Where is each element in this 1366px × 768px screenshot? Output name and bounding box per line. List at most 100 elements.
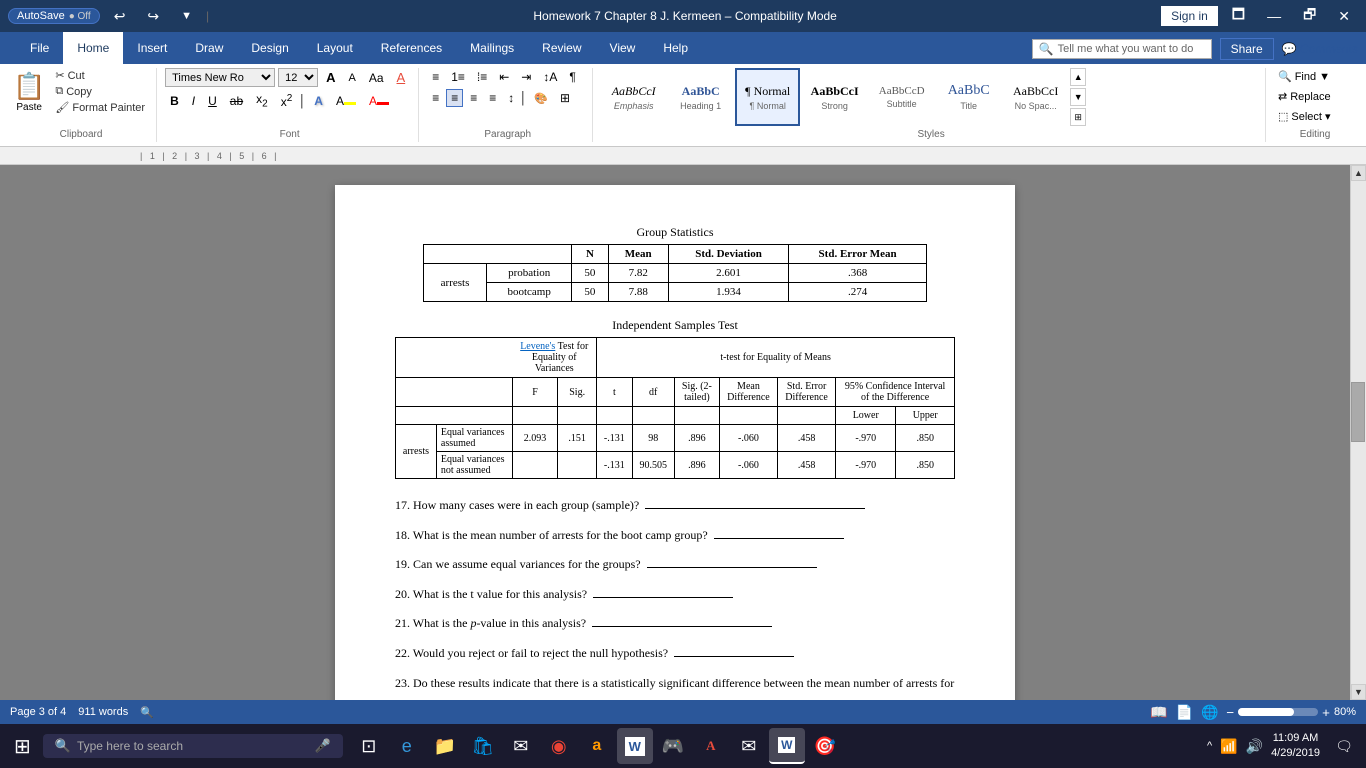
volume-icon[interactable]: 🔊 [1246, 738, 1263, 755]
sort-button[interactable]: ↕A [538, 68, 562, 86]
strikethrough-button[interactable]: ab [225, 92, 248, 110]
notification-center-button[interactable]: 🗨 [1328, 730, 1360, 762]
fileexplorer-button[interactable]: 📁 [427, 728, 463, 764]
email2-button[interactable]: ✉ [731, 728, 767, 764]
autosave-toggle[interactable]: ● Off [69, 11, 91, 22]
text-effects-button[interactable]: A [309, 92, 328, 110]
tab-insert[interactable]: Insert [123, 32, 181, 64]
edge-button[interactable]: e [389, 728, 425, 764]
style-subtitle[interactable]: AaBbCcD Subtitle [869, 68, 934, 126]
store-button[interactable]: 🛍 [465, 728, 501, 764]
styles-scroll-up-button[interactable]: ▲ [1070, 68, 1086, 86]
minimize-button[interactable]: — [1259, 6, 1289, 26]
show-formatting-button[interactable]: ¶ [564, 68, 580, 86]
taskbar-search-box[interactable]: 🔍 Type here to search 🎤 [43, 734, 343, 758]
justify-button[interactable]: ≡ [484, 89, 501, 107]
mail-button[interactable]: ✉ [503, 728, 539, 764]
tab-view[interactable]: View [596, 32, 650, 64]
align-left-button[interactable]: ≡ [427, 89, 444, 107]
zoom-slider[interactable] [1238, 708, 1318, 716]
scroll-thumb[interactable] [1351, 382, 1365, 442]
tab-file[interactable]: File [16, 32, 63, 64]
change-case-button[interactable]: Aa [364, 68, 389, 87]
taskbar-clock[interactable]: 11:09 AM 4/29/2019 [1271, 731, 1320, 762]
print-layout-button[interactable]: 📄 [1176, 704, 1193, 721]
restore-button[interactable]: 🗗 [1295, 2, 1324, 30]
word-active-button[interactable]: W [769, 728, 805, 764]
style-emphasis[interactable]: AaBbCcI Emphasis [601, 68, 666, 126]
network-icon[interactable]: 📶 [1220, 738, 1237, 755]
style-strong[interactable]: AaBbCcI Strong [802, 68, 867, 126]
font-size-select[interactable]: 12 [278, 68, 318, 87]
amazon-button[interactable]: a [579, 728, 615, 764]
ribbon-search-box[interactable]: 🔍 Tell me what you want to do [1032, 39, 1212, 59]
tray-arrow[interactable]: ^ [1207, 740, 1212, 752]
font-color-button[interactable]: A [364, 92, 394, 110]
cut-button[interactable]: ✂ Cut [52, 68, 148, 83]
acrobat-button[interactable]: A [693, 728, 729, 764]
bold-button[interactable]: B [165, 92, 184, 110]
bullets-button[interactable]: ≡ [427, 68, 444, 86]
format-painter-button[interactable]: 🖌 Format Painter [52, 100, 148, 115]
borders-button[interactable]: ⊞ [555, 89, 575, 107]
doc-viewport[interactable]: Group Statistics N Mean Std. Deviation S… [0, 165, 1350, 700]
start-button[interactable]: ⊞ [6, 730, 39, 763]
align-center-button[interactable]: ≡ [446, 89, 463, 107]
select-button[interactable]: ⬚ Select ▾ [1274, 108, 1356, 125]
share-button[interactable]: Share [1220, 38, 1274, 60]
close-button[interactable]: ✕ [1330, 6, 1358, 27]
undo-button[interactable]: ↩ [106, 6, 134, 27]
zoom-out-button[interactable]: − [1226, 705, 1234, 720]
tab-review[interactable]: Review [528, 32, 595, 64]
style-heading1[interactable]: AaBbC Heading 1 [668, 68, 733, 126]
redo-button[interactable]: ↪ [139, 6, 167, 27]
app13-button[interactable]: 🎯 [807, 728, 843, 764]
sign-in-button[interactable]: Sign in [1161, 6, 1218, 26]
customize-qat-button[interactable]: ▼ [173, 8, 200, 24]
replace-button[interactable]: ⇄ Replace [1274, 88, 1356, 105]
web-layout-button[interactable]: 🌐 [1201, 704, 1218, 721]
find-button[interactable]: 🔍 Find ▼ [1274, 68, 1356, 85]
highlight-color-button[interactable]: A [331, 92, 361, 110]
decrease-indent-button[interactable]: ⇤ [494, 68, 514, 86]
shading-button[interactable]: 🎨 [529, 90, 553, 107]
tab-mailings[interactable]: Mailings [456, 32, 528, 64]
numbering-button[interactable]: 1≡ [446, 68, 470, 86]
autosave-pill[interactable]: AutoSave ● Off [8, 8, 100, 24]
multilevel-list-button[interactable]: ⁞≡ [472, 68, 492, 86]
game-button[interactable]: 🎮 [655, 728, 691, 764]
tab-design[interactable]: Design [237, 32, 302, 64]
clear-format-button[interactable]: A [392, 68, 411, 87]
style-no-spacing[interactable]: AaBbCcI No Spac... [1003, 68, 1068, 126]
style-title[interactable]: AaBbC Title [936, 68, 1001, 126]
scroll-down-button[interactable]: ▼ [1351, 684, 1366, 700]
taskview-button[interactable]: ⊡ [351, 728, 387, 764]
line-spacing-button[interactable]: ↕ [503, 89, 519, 107]
tab-help[interactable]: Help [649, 32, 702, 64]
paste-button[interactable]: 📋 Paste [10, 68, 48, 126]
style-normal[interactable]: ¶ Normal ¶ Normal [735, 68, 800, 126]
scroll-track[interactable] [1351, 181, 1366, 684]
styles-scroll-down-button[interactable]: ▼ [1070, 88, 1086, 106]
subscript-button[interactable]: x2 [251, 90, 273, 111]
google-chrome-button[interactable]: ◉ [541, 728, 577, 764]
zoom-control[interactable]: − + 80% [1226, 705, 1356, 720]
align-right-button[interactable]: ≡ [465, 89, 482, 107]
font-family-select[interactable]: Times New Ro [165, 68, 275, 87]
superscript-button[interactable]: x2 [276, 91, 298, 111]
tab-layout[interactable]: Layout [303, 32, 367, 64]
read-mode-button[interactable]: 📖 [1150, 704, 1167, 721]
italic-button[interactable]: I [187, 92, 200, 110]
shrink-font-button[interactable]: A [343, 68, 360, 87]
scroll-up-button[interactable]: ▲ [1351, 165, 1366, 181]
comments-button[interactable]: 💬 Comments [1282, 42, 1358, 56]
zoom-in-button[interactable]: + [1322, 705, 1330, 720]
increase-indent-button[interactable]: ⇥ [516, 68, 536, 86]
vertical-scrollbar[interactable]: ▲ ▼ [1350, 165, 1366, 700]
tab-draw[interactable]: Draw [181, 32, 237, 64]
tab-home[interactable]: Home [63, 32, 123, 64]
ribbon-display-button[interactable]: 🗖 [1224, 2, 1253, 30]
copy-button[interactable]: ⧉ Copy [52, 84, 148, 99]
underline-button[interactable]: U [203, 92, 222, 110]
tab-references[interactable]: References [367, 32, 456, 64]
